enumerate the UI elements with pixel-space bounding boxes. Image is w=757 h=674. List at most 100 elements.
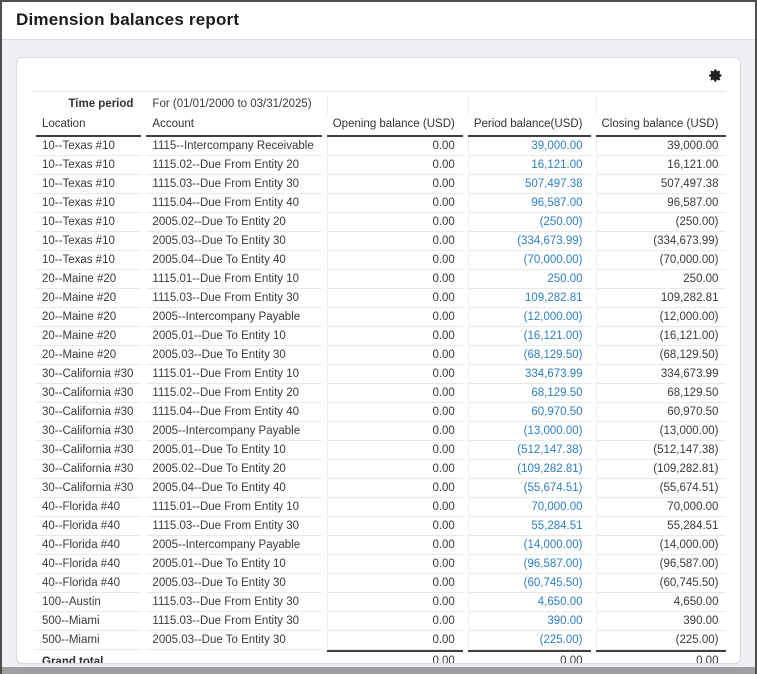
table-row: 20--Maine #20 1115.01--Due From Entity 1… (36, 270, 726, 289)
horizontal-scrollbar-thumb[interactable] (2, 667, 755, 674)
table-row: 30--California #30 2005.04--Due To Entit… (36, 479, 726, 498)
opening-balance-cell: 0.00 (327, 460, 463, 479)
table-row: 40--Florida #40 1115.01--Due From Entity… (36, 498, 726, 517)
opening-balance-cell: 0.00 (327, 593, 463, 612)
table-row: 10--Texas #10 1115.02--Due From Entity 2… (36, 156, 726, 175)
account-cell: 1115.03--Due From Entity 30 (146, 175, 321, 194)
opening-balance-cell: 0.00 (327, 441, 463, 460)
table-row: 20--Maine #20 2005.01--Due To Entity 10 … (36, 327, 726, 346)
report-table-body: 10--Texas #10 1115--Intercompany Receiva… (36, 137, 726, 650)
period-balance-cell: (512,147.38) (468, 441, 591, 460)
account-cell: 2005.04--Due To Entity 40 (146, 251, 321, 270)
period-balance-link[interactable]: (68,129.50) (524, 349, 583, 361)
period-balance-link[interactable]: 55,284.51 (531, 520, 582, 532)
account-cell: 1115.03--Due From Entity 30 (146, 612, 321, 631)
period-balance-cell: (12,000.00) (468, 308, 591, 327)
period-balance-link[interactable]: 16,121.00 (531, 159, 582, 171)
opening-balance-cell: 0.00 (327, 156, 463, 175)
opening-balance-cell: 0.00 (327, 574, 463, 593)
table-row: 10--Texas #10 2005.02--Due To Entity 20 … (36, 213, 726, 232)
location-cell: 100--Austin (36, 593, 141, 612)
table-row: 30--California #30 1115.02--Due From Ent… (36, 384, 726, 403)
closing-balance-cell: (55,674.51) (596, 479, 727, 498)
period-balance-link[interactable]: (96,587.00) (524, 558, 583, 570)
location-cell: 30--California #30 (36, 422, 141, 441)
grand-total-closing: 0.00 (596, 650, 727, 664)
period-balance-link[interactable]: 109,282.81 (525, 292, 583, 304)
table-row: 30--California #30 1115.04--Due From Ent… (36, 403, 726, 422)
period-balance-link[interactable]: (512,147.38) (517, 444, 582, 456)
period-balance-link[interactable]: (109,282.81) (517, 463, 582, 475)
period-balance-link[interactable]: 390.00 (547, 615, 582, 627)
period-balance-link[interactable]: (14,000.00) (524, 539, 583, 551)
closing-balance-cell: 60,970.50 (596, 403, 727, 422)
opening-balance-cell: 0.00 (327, 517, 463, 536)
period-balance-link[interactable]: 4,650.00 (538, 596, 583, 608)
empty-cell (146, 650, 321, 664)
period-balance-cell: 334,673.99 (468, 365, 591, 384)
period-balance-link[interactable]: (55,674.51) (524, 482, 583, 494)
closing-balance-cell: 70,000.00 (596, 498, 727, 517)
location-cell: 30--California #30 (36, 365, 141, 384)
table-row: 20--Maine #20 1115.03--Due From Entity 3… (36, 289, 726, 308)
period-balance-link[interactable]: (60,745.50) (524, 577, 583, 589)
period-balance-link[interactable]: 39,000.00 (531, 140, 582, 152)
account-cell: 1115.02--Due From Entity 20 (146, 156, 321, 175)
closing-balance-cell: 334,673.99 (596, 365, 727, 384)
period-balance-link[interactable]: 250.00 (547, 273, 582, 285)
period-balance-link[interactable]: (16,121.00) (524, 330, 583, 342)
period-balance-link[interactable]: 60,970.50 (531, 406, 582, 418)
location-cell: 30--California #30 (36, 384, 141, 403)
period-balance-link[interactable]: (225.00) (540, 634, 583, 646)
location-cell: 20--Maine #20 (36, 308, 141, 327)
table-row: 30--California #30 2005.02--Due To Entit… (36, 460, 726, 479)
account-cell: 2005.03--Due To Entity 30 (146, 232, 321, 251)
period-balance-link[interactable]: 334,673.99 (525, 368, 583, 380)
settings-gear-icon[interactable] (706, 67, 724, 85)
period-balance-cell: (96,587.00) (468, 555, 591, 574)
closing-balance-cell: 250.00 (596, 270, 727, 289)
account-cell: 2005.01--Due To Entity 10 (146, 441, 321, 460)
column-header-period-balance: Period balance(USD) (468, 115, 591, 137)
period-balance-cell: (109,282.81) (468, 460, 591, 479)
horizontal-scrollbar[interactable] (2, 667, 755, 674)
location-cell: 20--Maine #20 (36, 270, 141, 289)
period-balance-link[interactable]: (13,000.00) (524, 425, 583, 437)
table-row: 30--California #30 1115.01--Due From Ent… (36, 365, 726, 384)
table-row: 40--Florida #40 1115.03--Due From Entity… (36, 517, 726, 536)
table-row: 10--Texas #10 2005.03--Due To Entity 30 … (36, 232, 726, 251)
opening-balance-cell: 0.00 (327, 308, 463, 327)
grand-total-opening: 0.00 (327, 650, 463, 664)
opening-balance-cell: 0.00 (327, 479, 463, 498)
period-balance-cell: 109,282.81 (468, 289, 591, 308)
location-cell: 40--Florida #40 (36, 536, 141, 555)
period-balance-cell: 68,129.50 (468, 384, 591, 403)
period-balance-link[interactable]: 96,587.00 (531, 197, 582, 209)
closing-balance-cell: (12,000.00) (596, 308, 727, 327)
opening-balance-cell: 0.00 (327, 422, 463, 441)
opening-balance-cell: 0.00 (327, 270, 463, 289)
period-balance-link[interactable]: (334,673.99) (517, 235, 582, 247)
location-cell: 10--Texas #10 (36, 137, 141, 156)
opening-balance-cell: 0.00 (327, 631, 463, 650)
time-period-value: For (01/01/2000 to 03/31/2025) (146, 96, 321, 115)
closing-balance-cell: (13,000.00) (596, 422, 727, 441)
page-title: Dimension balances report (16, 10, 741, 30)
opening-balance-cell: 0.00 (327, 213, 463, 232)
table-row: 40--Florida #40 2005.01--Due To Entity 1… (36, 555, 726, 574)
period-balance-link[interactable]: 68,129.50 (531, 387, 582, 399)
period-balance-link[interactable]: (12,000.00) (524, 311, 583, 323)
closing-balance-cell: (96,587.00) (596, 555, 727, 574)
period-balance-link[interactable]: 70,000.00 (531, 501, 582, 513)
account-cell: 1115.01--Due From Entity 10 (146, 270, 321, 289)
opening-balance-cell: 0.00 (327, 612, 463, 631)
account-cell: 1115.03--Due From Entity 30 (146, 593, 321, 612)
empty-cell (596, 96, 727, 115)
period-balance-link[interactable]: (250.00) (540, 216, 583, 228)
grand-total-row: Grand total 0.00 0.00 0.00 (36, 650, 726, 664)
account-cell: 1115.01--Due From Entity 10 (146, 498, 321, 517)
table-row: 40--Florida #40 2005.03--Due To Entity 3… (36, 574, 726, 593)
opening-balance-cell: 0.00 (327, 137, 463, 156)
period-balance-link[interactable]: (70,000.00) (524, 254, 583, 266)
period-balance-link[interactable]: 507,497.38 (525, 178, 583, 190)
